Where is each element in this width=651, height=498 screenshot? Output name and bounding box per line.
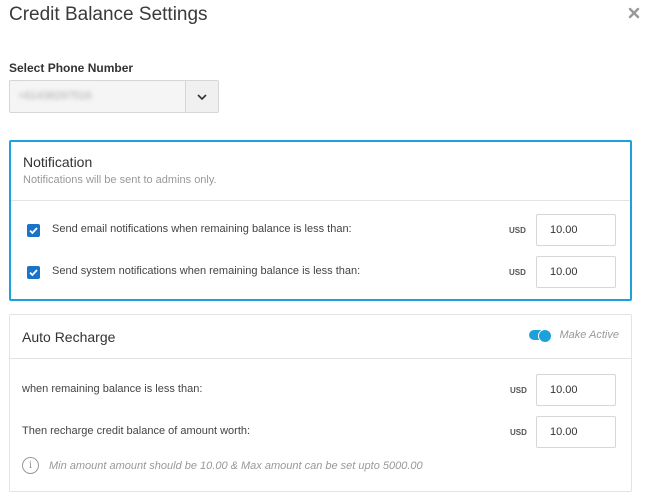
recharge-threshold-input[interactable]: 10.00 xyxy=(536,374,616,406)
auto-recharge-header: Auto Recharge Make Active xyxy=(10,315,631,359)
notification-header: Notification Notifications will be sent … xyxy=(11,142,630,201)
email-notification-label: Send email notifications when remaining … xyxy=(52,223,352,235)
modal-title: Credit Balance Settings xyxy=(9,4,208,25)
make-active-toggle[interactable] xyxy=(529,329,553,343)
info-icon: i xyxy=(22,457,39,474)
notification-subtitle: Notifications will be sent to admins onl… xyxy=(23,174,217,186)
system-notification-row: Send system notifications when remaining… xyxy=(11,256,630,288)
phone-number-select[interactable]: +61438297516 xyxy=(9,80,219,113)
auto-recharge-title: Auto Recharge xyxy=(22,329,116,345)
recharge-amount-input[interactable]: 10.00 xyxy=(536,416,616,448)
chevron-down-icon[interactable] xyxy=(185,81,218,112)
system-threshold-input[interactable]: 10.00 xyxy=(536,256,616,288)
currency-label: USD xyxy=(509,268,526,277)
notification-panel: Notification Notifications will be sent … xyxy=(9,140,632,301)
currency-label: USD xyxy=(510,386,527,395)
recharge-threshold-label: when remaining balance is less than: xyxy=(22,383,203,395)
recharge-amount-row: Then recharge credit balance of amount w… xyxy=(10,416,631,448)
auto-recharge-panel: Auto Recharge Make Active when remaining… xyxy=(9,314,632,492)
recharge-threshold-row: when remaining balance is less than: USD… xyxy=(10,374,631,406)
notification-title: Notification xyxy=(23,154,93,170)
phone-number-value: +61438297516 xyxy=(18,90,92,102)
phone-number-label: Select Phone Number xyxy=(9,61,134,75)
currency-label: USD xyxy=(510,428,527,437)
email-notification-row: Send email notifications when remaining … xyxy=(11,214,630,246)
system-notification-label: Send system notifications when remaining… xyxy=(52,265,361,277)
currency-label: USD xyxy=(509,226,526,235)
recharge-info-text: Min amount amount should be 10.00 & Max … xyxy=(49,459,423,472)
system-notification-checkbox[interactable] xyxy=(27,266,40,279)
recharge-amount-label: Then recharge credit balance of amount w… xyxy=(22,425,251,437)
recharge-info: i Min amount amount should be 10.00 & Ma… xyxy=(22,457,423,474)
email-threshold-input[interactable]: 10.00 xyxy=(536,214,616,246)
make-active-label: Make Active xyxy=(559,329,619,341)
email-notification-checkbox[interactable] xyxy=(27,224,40,237)
make-active-toggle-group: Make Active xyxy=(529,329,619,343)
close-icon[interactable] xyxy=(627,6,641,20)
